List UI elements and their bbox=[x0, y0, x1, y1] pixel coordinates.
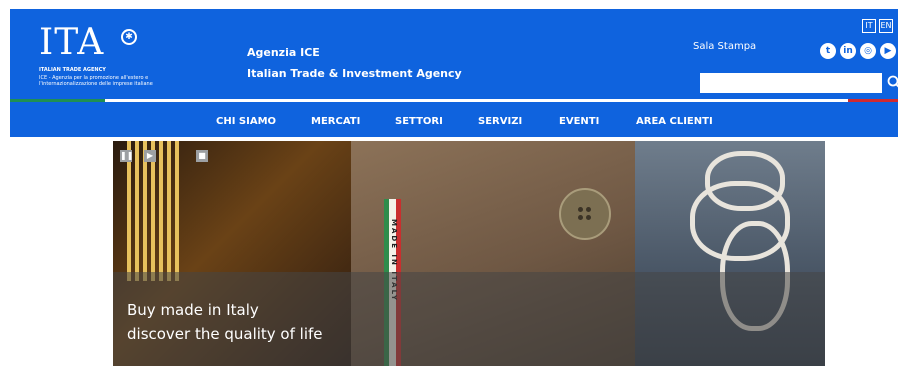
logo-emblem-icon: ✱ bbox=[121, 29, 137, 45]
lang-en-button[interactable]: EN bbox=[879, 19, 893, 33]
stop-icon[interactable]: ■ bbox=[196, 150, 208, 162]
site-header: ITA ✱ ITALIAN TRADE AGENCY ICE - Agenzia… bbox=[10, 9, 899, 137]
main-nav: CHI SIAMO MERCATI SETTORI SERVIZI EVENTI… bbox=[10, 109, 898, 137]
hero-slider[interactable]: MADE IN ITALY ❚❚ ▶ ■ Buy made in Italy d… bbox=[113, 141, 825, 366]
search-input[interactable] bbox=[700, 73, 882, 93]
search-icon[interactable] bbox=[886, 74, 899, 92]
flag-stripe-red bbox=[848, 99, 898, 102]
twitter-icon[interactable]: t bbox=[820, 43, 836, 59]
agency-name: Agenzia ICE bbox=[247, 46, 320, 59]
youtube-icon[interactable]: ▶ bbox=[880, 43, 896, 59]
pause-icon[interactable]: ❚❚ bbox=[120, 150, 133, 162]
nav-mercati[interactable]: MERCATI bbox=[311, 116, 360, 127]
caption-overlay bbox=[113, 272, 825, 366]
hero-caption-line2: discover the quality of life bbox=[127, 325, 323, 343]
nav-chi-siamo[interactable]: CHI SIAMO bbox=[216, 116, 276, 127]
slider-controls: ❚❚ ▶ ■ bbox=[120, 150, 208, 163]
logo-wordmark: ITA bbox=[39, 22, 105, 63]
lang-it-button[interactable]: IT bbox=[862, 19, 876, 33]
linkedin-icon[interactable]: in bbox=[840, 43, 856, 59]
nav-settori[interactable]: SETTORI bbox=[395, 116, 443, 127]
press-room-link[interactable]: Sala Stampa bbox=[693, 41, 756, 52]
logo-subtitle: ITALIAN TRADE AGENCY bbox=[39, 67, 106, 73]
flag-stripe-white bbox=[105, 99, 848, 102]
flag-stripe-green bbox=[10, 99, 105, 102]
ita-logo[interactable]: ITA ✱ ITALIAN TRADE AGENCY ICE - Agenzia… bbox=[39, 25, 159, 97]
hero-caption-line1: Buy made in Italy bbox=[127, 301, 259, 319]
nav-servizi[interactable]: SERVIZI bbox=[478, 116, 522, 127]
nav-eventi[interactable]: EVENTI bbox=[559, 116, 599, 127]
jacket-button bbox=[559, 188, 611, 240]
instagram-icon[interactable]: ◎ bbox=[860, 43, 876, 59]
agency-tagline: Italian Trade & Investment Agency bbox=[247, 67, 462, 80]
logo-tagline-2: l'internazionalizzazione delle imprese i… bbox=[39, 81, 153, 87]
nav-area-clienti[interactable]: AREA CLIENTI bbox=[636, 116, 713, 127]
play-icon[interactable]: ▶ bbox=[144, 150, 156, 162]
